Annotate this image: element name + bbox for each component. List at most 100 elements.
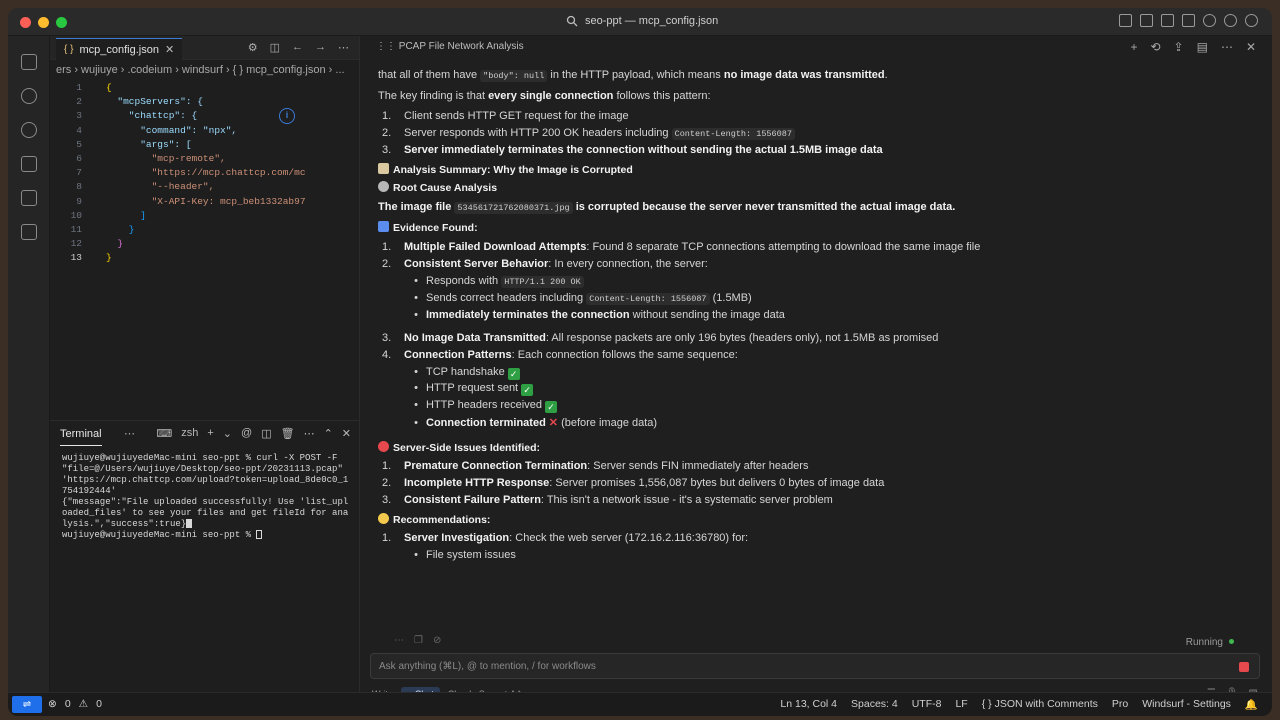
line-number: 6 — [76, 153, 82, 164]
search-icon[interactable] — [566, 15, 578, 27]
split-editor-icon[interactable]: ◫ — [270, 41, 280, 54]
line-number: 7 — [76, 167, 82, 179]
layout-icon[interactable] — [1119, 14, 1132, 27]
source-control-icon[interactable] — [21, 122, 37, 138]
language-mode[interactable]: { } JSON with Comments — [982, 698, 1098, 711]
code-line[interactable]: 8 "--header", — [50, 181, 350, 195]
more-icon[interactable]: ⋯ — [338, 41, 349, 54]
toggle-sidebar-icon[interactable] — [1140, 14, 1153, 27]
line-number: 9 — [76, 195, 82, 207]
remote-indicator[interactable]: ⇌ — [12, 696, 42, 713]
list-item: 2. Incomplete HTTP Response: Server promi… — [382, 477, 884, 489]
run-debug-icon[interactable] — [21, 156, 37, 172]
key-finding: The key finding is that every single con… — [378, 90, 711, 102]
chevron-down-icon[interactable]: ⌄ — [223, 427, 232, 440]
check-icon[interactable] — [1224, 14, 1237, 27]
code-line[interactable]: 12 } — [50, 238, 350, 252]
split-terminal-icon[interactable]: ◫ — [261, 427, 271, 440]
line-text: { — [106, 82, 112, 93]
forward-icon[interactable]: → — [315, 41, 326, 54]
account-icon[interactable] — [1245, 14, 1258, 27]
bold-text: No Image Data Transmitted — [404, 332, 546, 344]
code-line[interactable]: 5 "args": [ — [50, 139, 350, 153]
explorer-icon[interactable] — [21, 54, 37, 70]
close-window-button[interactable] — [20, 17, 31, 28]
mention-icon[interactable]: @ — [241, 427, 252, 440]
extensions-icon[interactable] — [21, 224, 37, 240]
section-heading: Server-Side Issues Identified: — [378, 441, 540, 454]
check-mark-icon: ✓ — [507, 368, 520, 380]
close-icon[interactable]: ✕ — [1246, 40, 1256, 54]
code-line[interactable]: 4 "command": "npx", — [50, 125, 350, 139]
code-line[interactable]: 11 } — [50, 224, 350, 238]
cursor-position[interactable]: Ln 13, Col 4 — [780, 698, 837, 711]
remote-explorer-icon[interactable] — [21, 190, 37, 206]
code-line[interactable]: 2 "mcpServers": { — [50, 96, 350, 110]
text: Sends correct headers including — [426, 292, 587, 304]
conversation-title[interactable]: ⋮⋮ PCAP File Network Analysis — [376, 41, 524, 52]
close-tab-icon[interactable]: ✕ — [165, 43, 174, 56]
code-line[interactable]: 7 "https://mcp.chattcp.com/mc — [50, 167, 350, 181]
more-icon[interactable]: ⋯ — [304, 427, 315, 440]
line-number: 8 — [76, 181, 82, 193]
maximize-panel-icon[interactable]: ⌃ — [324, 427, 333, 440]
code-line[interactable]: 1{ — [50, 82, 350, 96]
info-icon[interactable]: i — [279, 108, 295, 124]
breadcrumb[interactable]: ers › wujiuye › .codeium › windsurf › { … — [50, 60, 359, 80]
terminal-prompt: wujiuye@wujiuyedeMac-mini seo-ppt % — [62, 530, 257, 540]
trash-icon[interactable]: 🗑 — [281, 427, 295, 440]
window-title[interactable]: seo-ppt — mcp_config.json — [585, 15, 718, 27]
tab-label: mcp_config.json — [79, 43, 159, 56]
maximize-window-button[interactable] — [56, 17, 67, 28]
minimize-window-button[interactable] — [38, 17, 49, 28]
more-icon[interactable]: ⋯ — [124, 427, 135, 440]
text: : Found 8 separate TCP connections attem… — [586, 241, 981, 253]
more-icon[interactable]: ⋯ — [1221, 40, 1233, 54]
code-line[interactable]: 3 "chattcp": { — [50, 110, 350, 124]
list-item: 1. Premature Connection Termination: Serv… — [382, 460, 808, 472]
share-icon[interactable]: ⇪ — [1174, 40, 1184, 54]
new-chat-icon[interactable]: + — [1130, 40, 1137, 54]
lightbulb-icon — [378, 513, 389, 524]
book-icon[interactable]: ▤ — [1197, 40, 1208, 54]
notifications-icon[interactable]: 🔔 — [1245, 698, 1258, 711]
text: : Each connection follows the same seque… — [511, 349, 738, 361]
settings-icon[interactable]: ⚙ — [248, 41, 258, 54]
terminal-shell-icon[interactable]: ⌨ — [156, 427, 172, 440]
text: : Check the web server (172.16.2.116:367… — [509, 532, 749, 544]
problems-indicator[interactable]: ⊗ 0 ⚠ 0 — [48, 698, 102, 710]
close-panel-icon[interactable]: ✕ — [342, 427, 351, 440]
toggle-panel-icon[interactable] — [1161, 14, 1174, 27]
more-icon[interactable]: ⋯ — [394, 635, 404, 646]
stop-circle-icon[interactable]: ⊘ — [433, 635, 441, 646]
history-icon[interactable]: ⟲ — [1150, 40, 1160, 54]
toggle-chat-icon[interactable] — [1182, 14, 1195, 27]
encoding[interactable]: UTF-8 — [912, 698, 942, 711]
code-line[interactable]: 9 "X-API-Key: mcp_beb1332ab97 — [50, 196, 350, 210]
code-line[interactable]: 10 ] — [50, 210, 350, 224]
code-line[interactable]: 13} — [50, 252, 350, 266]
add-terminal-icon[interactable]: + — [207, 427, 213, 440]
tab-terminal[interactable]: Terminal — [60, 428, 102, 446]
back-icon[interactable]: ← — [292, 41, 303, 54]
indentation[interactable]: Spaces: 4 — [851, 698, 898, 711]
settings-icon[interactable] — [1203, 14, 1216, 27]
stop-button[interactable] — [1239, 662, 1249, 672]
shell-name[interactable]: zsh — [181, 427, 198, 440]
windsurf-settings[interactable]: Windsurf - Settings — [1142, 698, 1231, 711]
line-endings[interactable]: LF — [955, 698, 967, 711]
bold-text: Connection terminated — [426, 417, 546, 429]
search-icon[interactable] — [21, 88, 37, 104]
terminal-output[interactable]: wujiuye@wujiuyedeMac-mini seo-ppt % curl… — [50, 447, 359, 541]
chat-input-box[interactable] — [370, 653, 1260, 679]
chat-input[interactable] — [371, 654, 1231, 678]
braces-icon: { } — [981, 698, 995, 710]
bold-text: every single connection — [488, 90, 614, 102]
plan-badge[interactable]: Pro — [1112, 698, 1128, 711]
copy-icon[interactable]: ❐ — [414, 635, 423, 646]
status-right: Ln 13, Col 4 Spaces: 4 UTF-8 LF { } JSON… — [780, 698, 1258, 711]
tab-mcp-config[interactable]: { } mcp_config.json ✕ — [56, 38, 183, 60]
code-line[interactable]: 6 "mcp-remote", — [50, 153, 350, 167]
error-icon: ⊗ — [48, 698, 57, 710]
list-item: 3. Server immediately terminates the conn… — [382, 144, 883, 156]
